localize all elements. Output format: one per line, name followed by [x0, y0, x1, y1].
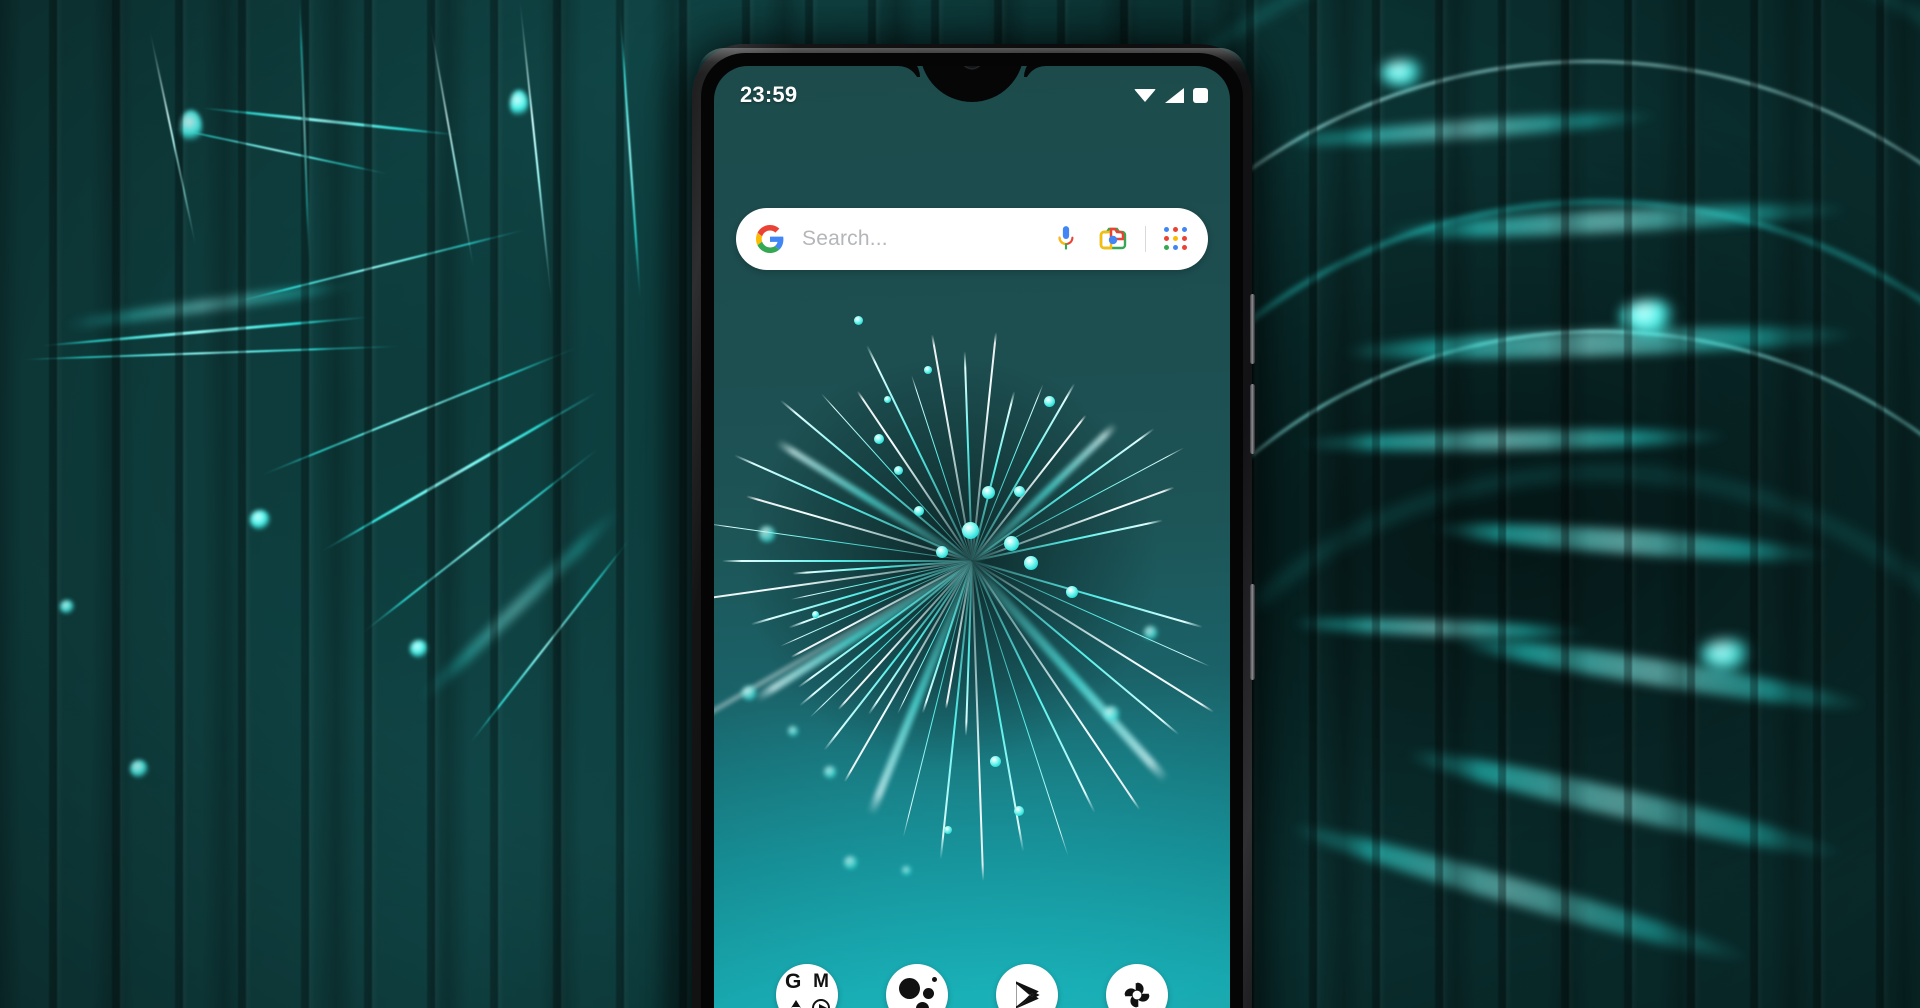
play-store-icon: [1010, 978, 1044, 1008]
wallpaper-dot: [914, 506, 924, 516]
wallpaper-dot: [936, 546, 948, 558]
signal-icon: [1165, 87, 1184, 103]
phone-screen[interactable]: 23:59 Search... G M: [714, 66, 1230, 1008]
phone-device: 23:59 Search... G M: [692, 44, 1255, 1008]
wallpaper-dot: [844, 856, 857, 869]
wallpaper-dot: [1104, 706, 1119, 721]
volume-down-button[interactable]: [1250, 384, 1255, 454]
wallpaper-dot: [982, 486, 995, 499]
wallpaper-dot: [990, 756, 1001, 767]
wallpaper-dot: [874, 434, 884, 444]
assistant-dot-small: [916, 1002, 929, 1008]
wallpaper-dot: [824, 766, 836, 778]
wallpaper-dot: [962, 522, 979, 539]
status-bar: 23:59: [714, 66, 1230, 118]
wallpaper-dot: [884, 396, 891, 403]
wallpaper-dot: [924, 366, 932, 374]
wallpaper-dot: [854, 316, 863, 325]
wallpaper-dot: [1144, 626, 1157, 639]
wallpaper-dot: [1024, 556, 1038, 570]
wallpaper-dot: [1004, 536, 1019, 551]
screenshot-stage: 23:59 Search... G M: [0, 0, 1920, 1008]
assistant-dot-tiny: [932, 977, 937, 982]
search-input[interactable]: Search...: [802, 227, 1055, 251]
dock-app-google-photos[interactable]: [1106, 964, 1168, 1008]
google-g-glyph: G: [785, 970, 802, 993]
wallpaper-dot: [902, 866, 911, 875]
wallpaper-dot: [742, 686, 756, 700]
apps-grid-icon[interactable]: [1164, 227, 1188, 251]
wallpaper-dot: [788, 726, 798, 736]
wifi-triangle-icon: [1134, 88, 1156, 102]
google-lens-icon[interactable]: [1099, 226, 1127, 252]
wallpaper-dot: [944, 826, 952, 834]
volume-up-button[interactable]: [1250, 294, 1255, 364]
dock-app-google-folder[interactable]: G M: [776, 964, 838, 1008]
play-circle-icon: [812, 999, 830, 1008]
assistant-dot-large: [899, 978, 920, 999]
wallpaper-dot: [1066, 586, 1078, 598]
wallpaper-dot: [1014, 806, 1024, 816]
gmail-m-glyph: M: [813, 971, 829, 992]
voice-search-icon[interactable]: [1055, 224, 1077, 254]
app-dock: G M: [714, 964, 1230, 1008]
wallpaper-dot: [894, 466, 903, 475]
wallpaper-dot: [759, 526, 775, 542]
power-button[interactable]: [1250, 584, 1255, 680]
status-clock: 23:59: [740, 82, 798, 107]
google-g-logo: [756, 225, 784, 253]
dock-app-google-assistant[interactable]: [886, 964, 948, 1008]
assistant-dot-medium: [923, 988, 934, 999]
status-icon-group: [1134, 87, 1208, 103]
dock-app-play-store[interactable]: [996, 964, 1058, 1008]
search-divider: [1145, 226, 1146, 252]
wallpaper-dot: [812, 611, 819, 618]
google-search-bar[interactable]: Search...: [736, 208, 1208, 270]
wallpaper-dot: [1044, 396, 1055, 407]
drive-triangle-icon: [786, 1000, 806, 1008]
google-photos-icon: [1120, 978, 1154, 1008]
battery-icon: [1193, 87, 1208, 103]
wallpaper-dot: [1014, 486, 1025, 497]
